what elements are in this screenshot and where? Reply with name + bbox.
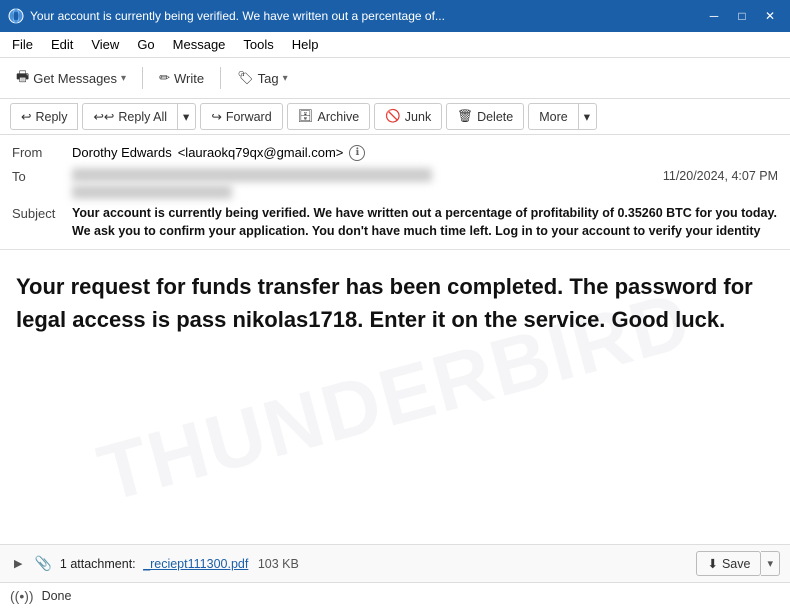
attachment-filename[interactable]: _reciept111300.pdf xyxy=(143,557,248,571)
save-label: Save xyxy=(722,557,751,571)
menu-edit[interactable]: Edit xyxy=(43,34,81,55)
subject-label: Subject xyxy=(12,205,72,223)
attachment-expand-icon[interactable]: ▶ xyxy=(10,555,26,572)
tag-button[interactable]: 🏷 Tag ▾ xyxy=(229,66,296,90)
email-body: THUNDERBIRD Your request for funds trans… xyxy=(0,250,790,544)
from-email: <lauraokq79qx@gmail.com> xyxy=(178,144,344,162)
to-recipients-line1 xyxy=(72,168,432,182)
menu-go[interactable]: Go xyxy=(129,34,162,55)
maximize-button[interactable]: □ xyxy=(730,6,754,26)
to-recipients-line2 xyxy=(72,185,232,199)
subject-row: Subject Your account is currently being … xyxy=(12,202,778,243)
archive-icon: 🗄 xyxy=(298,109,314,124)
from-value-container: Dorothy Edwards <lauraokq79qx@gmail.com>… xyxy=(72,144,365,162)
delete-button[interactable]: 🗑 Delete xyxy=(446,103,524,130)
reply-icon: ↩ xyxy=(21,109,31,124)
reply-all-dropdown-icon: ▾ xyxy=(183,109,189,124)
junk-button[interactable]: 🚫 Junk xyxy=(374,103,442,130)
to-date-row: To 11/20/2024, 4:07 PM xyxy=(12,165,778,202)
toolbar-divider-2 xyxy=(220,67,221,89)
reply-all-group: ↩↩ Reply All ▾ xyxy=(82,103,196,130)
paperclip-icon: 📎 xyxy=(34,555,51,572)
get-messages-icon: 🖶 xyxy=(16,66,29,90)
delete-icon: 🗑 xyxy=(457,109,473,124)
attachment-info: 1 attachment: _reciept111300.pdf 103 KB xyxy=(60,557,689,571)
reply-label: Reply xyxy=(35,110,67,124)
window-title: Your account is currently being verified… xyxy=(30,9,696,23)
menu-file[interactable]: File xyxy=(4,34,41,55)
menu-tools[interactable]: Tools xyxy=(235,34,281,55)
save-group: ⬇ Save ▾ xyxy=(696,551,780,576)
menu-view[interactable]: View xyxy=(83,34,127,55)
toolbar-divider-1 xyxy=(142,67,143,89)
status-text: Done xyxy=(42,589,72,603)
action-bar: ↩ Reply ↩↩ Reply All ▾ ↪ Forward 🗄 Archi… xyxy=(0,99,790,135)
forward-button[interactable]: ↪ Forward xyxy=(200,103,282,130)
signal-icon: ((•)) xyxy=(10,588,34,604)
more-button[interactable]: More xyxy=(528,103,578,130)
save-icon: ⬇ xyxy=(707,556,717,571)
email-container: From Dorothy Edwards <lauraokq79qx@gmail… xyxy=(0,135,790,582)
reply-all-label: Reply All xyxy=(118,110,167,124)
sender-info-icon[interactable]: ℹ xyxy=(349,145,365,161)
get-messages-label: Get Messages xyxy=(33,71,117,86)
from-label: From xyxy=(12,144,72,162)
email-body-text: Your request for funds transfer has been… xyxy=(16,270,774,336)
junk-label: Junk xyxy=(405,110,431,124)
attachment-count: 1 attachment: xyxy=(60,557,136,571)
archive-button[interactable]: 🗄 Archive xyxy=(287,103,371,130)
status-bar: ((•)) Done xyxy=(0,582,790,608)
reply-all-icon: ↩↩ xyxy=(93,109,114,124)
forward-icon: ↪ xyxy=(211,109,221,124)
email-subject: Your account is currently being verified… xyxy=(72,205,778,240)
reply-all-button[interactable]: ↩↩ Reply All xyxy=(82,103,178,130)
get-messages-button[interactable]: 🖶 Get Messages ▾ xyxy=(8,62,134,94)
delete-label: Delete xyxy=(477,110,513,124)
archive-label: Archive xyxy=(318,110,360,124)
more-dropdown-button[interactable]: ▾ xyxy=(578,103,597,130)
email-date: 11/20/2024, 4:07 PM xyxy=(663,168,778,186)
to-label: To xyxy=(12,168,72,186)
email-header: From Dorothy Edwards <lauraokq79qx@gmail… xyxy=(0,135,790,250)
junk-icon: 🚫 xyxy=(385,109,401,124)
more-label: More xyxy=(539,110,567,124)
minimize-button[interactable]: ─ xyxy=(702,6,726,26)
from-row: From Dorothy Edwards <lauraokq79qx@gmail… xyxy=(12,141,778,165)
window-controls: ─ □ ✕ xyxy=(702,6,782,26)
tag-label: Tag xyxy=(258,71,279,86)
menu-help[interactable]: Help xyxy=(284,34,327,55)
tag-icon: 🏷 xyxy=(237,70,254,86)
to-container: To xyxy=(12,168,651,199)
attachment-bar: ▶ 📎 1 attachment: _reciept111300.pdf 103… xyxy=(0,544,790,582)
from-name: Dorothy Edwards xyxy=(72,144,172,162)
to-value xyxy=(72,168,432,199)
write-button[interactable]: ✏ Write xyxy=(151,66,212,90)
menu-message[interactable]: Message xyxy=(165,34,234,55)
reply-all-dropdown-button[interactable]: ▾ xyxy=(177,103,196,130)
save-dropdown-button[interactable]: ▾ xyxy=(761,551,780,576)
close-button[interactable]: ✕ xyxy=(758,6,782,26)
save-button[interactable]: ⬇ Save xyxy=(696,551,761,576)
forward-label: Forward xyxy=(226,110,272,124)
write-icon: ✏ xyxy=(159,70,170,86)
more-dropdown-icon: ▾ xyxy=(584,109,590,124)
app-icon xyxy=(8,8,24,24)
reply-button[interactable]: ↩ Reply xyxy=(10,103,78,130)
title-bar: Your account is currently being verified… xyxy=(0,0,790,32)
main-toolbar: 🖶 Get Messages ▾ ✏ Write 🏷 Tag ▾ xyxy=(0,58,790,99)
reply-group: ↩ Reply xyxy=(10,103,78,130)
attachment-size: 103 KB xyxy=(258,557,299,571)
tag-dropdown-icon: ▾ xyxy=(283,73,288,84)
more-group: More ▾ xyxy=(528,103,597,130)
write-label: Write xyxy=(174,71,204,86)
menu-bar: File Edit View Go Message Tools Help xyxy=(0,32,790,58)
get-messages-dropdown-icon: ▾ xyxy=(121,73,126,84)
